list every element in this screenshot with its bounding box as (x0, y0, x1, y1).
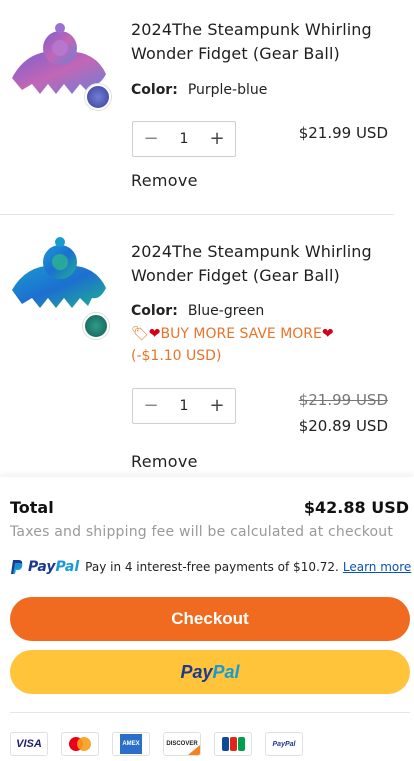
color-key: Color: (131, 82, 178, 98)
decrease-quantity-button[interactable]: − (143, 397, 159, 415)
promo-text: BUY MORE SAVE MORE (160, 326, 322, 342)
quantity-value[interactable]: 1 (180, 398, 189, 414)
product-title[interactable]: 2024The Steampunk Whirling Wonder Fidget… (131, 240, 401, 288)
divider (10, 712, 410, 713)
cart-summary: Total $42.88 USD Taxes and shipping fee … (0, 477, 414, 761)
paypal-card-label: PayPal (272, 740, 296, 748)
paypal-button-dark: Pay (180, 661, 213, 682)
paypal-wordmark-dark: Pay (28, 559, 56, 575)
color-value: Blue-green (187, 303, 265, 319)
promo-discount: (-$1.10 USD) (131, 348, 222, 364)
heart-icon: ❤ (148, 326, 161, 342)
paypal-wordmark-light: Pal (55, 559, 80, 575)
quantity-stepper: − 1 + (132, 388, 236, 424)
product-title[interactable]: 2024The Steampunk Whirling Wonder Fidget… (131, 18, 401, 66)
payment-methods: VISA AMEX DISCOVER PayPal (10, 732, 303, 756)
discover-icon: DISCOVER (163, 732, 201, 756)
visa-icon: VISA (10, 732, 48, 756)
item-price: $21.99 USD (298, 124, 388, 142)
variant-option: Color: Purple-blue (131, 82, 267, 98)
tax-note: Taxes and shipping fee will be calculate… (10, 524, 394, 540)
checkout-button[interactable]: Checkout (10, 597, 410, 641)
paypal-message: PayPal Pay in 4 interest-free payments o… (10, 559, 411, 575)
paypal-logo-icon (10, 559, 24, 575)
paypal-icon: PayPal (265, 732, 303, 756)
paypal-button-light: Pal (212, 661, 240, 682)
total-label: Total (10, 498, 54, 517)
original-price: $21.99 USD (299, 391, 388, 409)
paypal-message-text: Pay in 4 interest-free payments of $10.7… (85, 560, 339, 574)
heart-icon: ❤ (321, 326, 334, 342)
quantity-value[interactable]: 1 (180, 131, 189, 147)
color-swatch (85, 84, 111, 110)
color-key: Color: (131, 303, 178, 319)
remove-button[interactable]: Remove (131, 171, 198, 190)
original-price-text: $21.99 USD (298, 391, 388, 409)
paypal-wordmark: PayPal (28, 559, 79, 575)
color-swatch (83, 313, 109, 339)
paypal-checkout-button[interactable]: Pay Pal (10, 650, 410, 694)
visa-label: VISA (16, 738, 42, 750)
amex-icon: AMEX (112, 732, 150, 756)
jcb-icon (214, 732, 252, 756)
amex-label: AMEX (120, 734, 142, 754)
increase-quantity-button[interactable]: + (209, 130, 225, 148)
remove-button[interactable]: Remove (131, 452, 198, 471)
increase-quantity-button[interactable]: + (209, 397, 225, 415)
tag-icon: 🏷 (131, 326, 149, 342)
sale-price: $20.89 USD (298, 417, 388, 435)
total-value: $42.88 USD (303, 498, 409, 517)
color-value: Purple-blue (187, 82, 268, 98)
quantity-stepper: − 1 + (132, 121, 236, 157)
discount-promo: 🏷❤BUY MORE SAVE MORE❤ (131, 323, 334, 345)
learn-more-link[interactable]: Learn more (343, 560, 411, 574)
decrease-quantity-button[interactable]: − (143, 130, 159, 148)
mastercard-icon (61, 732, 99, 756)
variant-option: Color: Blue-green (131, 303, 264, 319)
